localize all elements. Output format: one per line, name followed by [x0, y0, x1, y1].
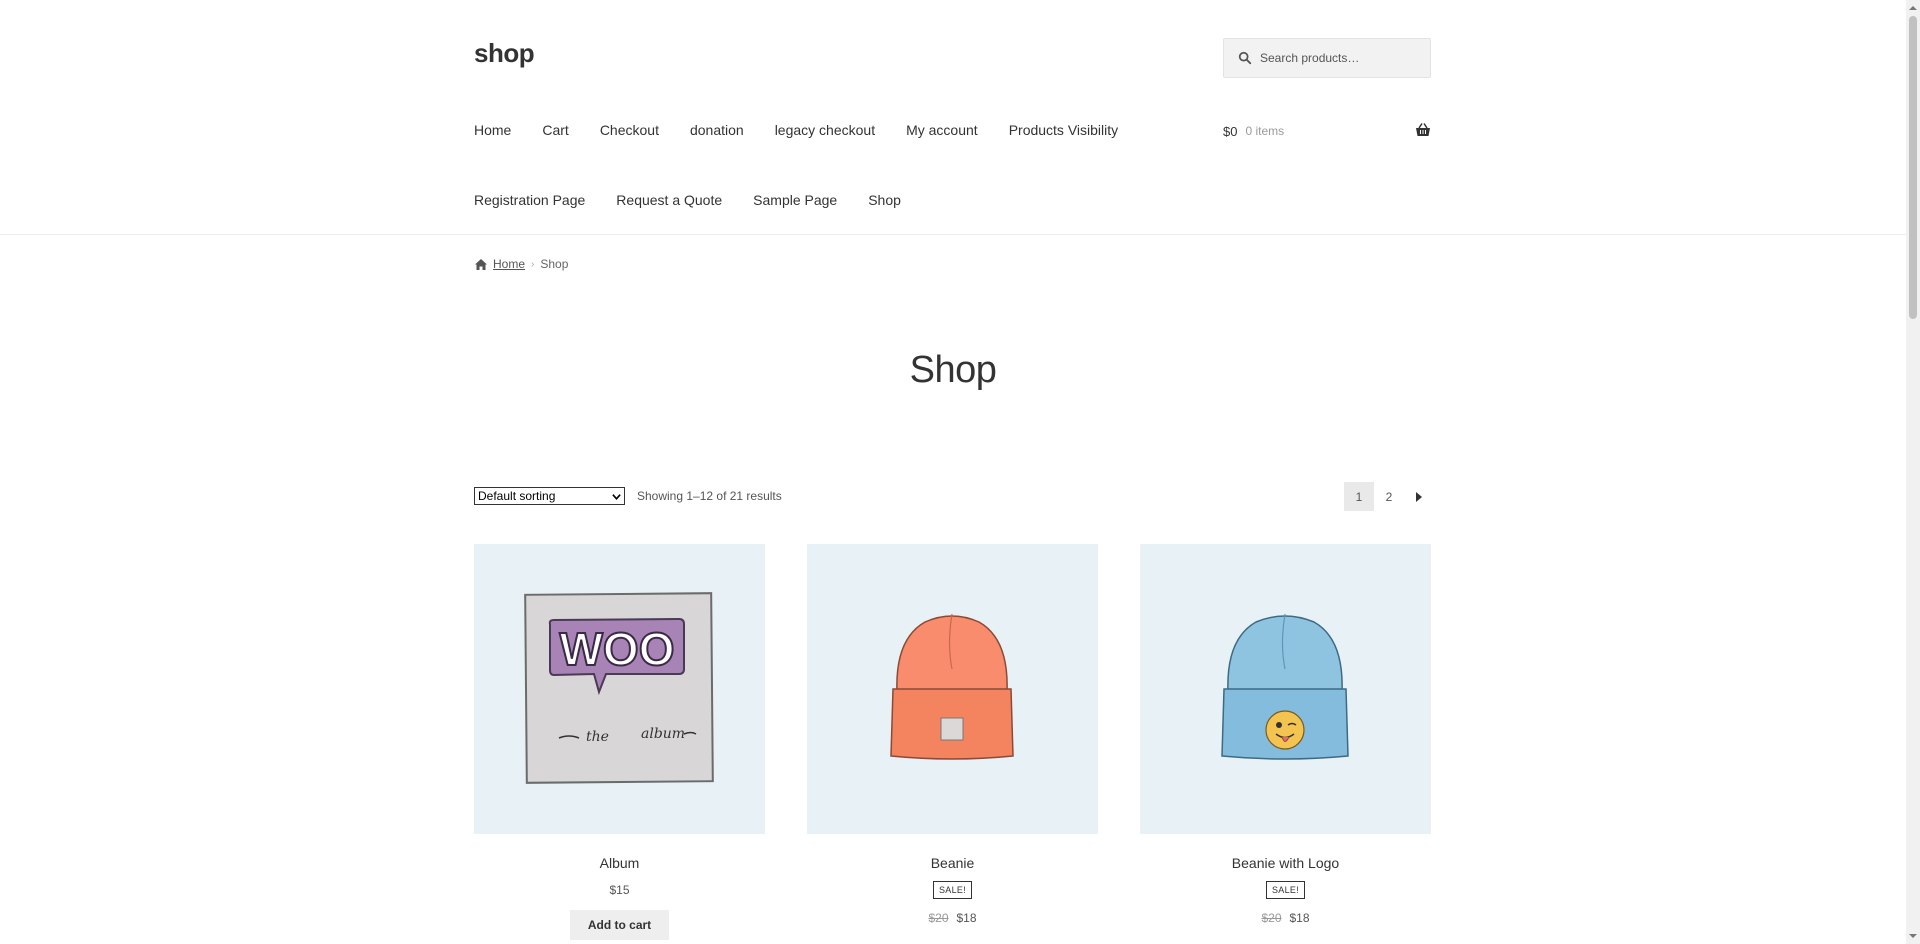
nav-item-request-a-quote[interactable]: Request a Quote [616, 192, 722, 208]
product-price: $15 [474, 883, 765, 897]
nav-item-checkout[interactable]: Checkout [600, 122, 659, 138]
site-title[interactable]: shop [474, 38, 535, 69]
search-input[interactable] [1260, 51, 1430, 65]
old-price: $20 [928, 911, 949, 925]
svg-text:WOO: WOO [560, 623, 675, 675]
product-card: Beanie SALE! $20 $18 [807, 544, 1098, 925]
breadcrumb-home-link[interactable]: Home [493, 257, 525, 271]
breadcrumb-separator: › [531, 258, 535, 270]
product-name[interactable]: Beanie [807, 855, 1098, 871]
search-box[interactable] [1223, 38, 1431, 78]
product-name[interactable]: Album [474, 855, 765, 871]
nav-item-registration-page[interactable]: Registration Page [474, 192, 585, 208]
nav-item-home[interactable]: Home [474, 122, 511, 138]
product-card: Beanie with Logo SALE! $20 $18 [1140, 544, 1431, 925]
scroll-up-icon[interactable] [1909, 4, 1917, 12]
chevron-right-icon [1416, 491, 1422, 502]
current-price: $18 [1289, 911, 1310, 925]
old-price: $20 [1261, 911, 1282, 925]
vertical-scrollbar[interactable] [1906, 0, 1920, 944]
nav-item-sample-page[interactable]: Sample Page [753, 192, 837, 208]
cart-amount: $0 [1223, 123, 1238, 139]
header-cart[interactable]: $0 0 items [1223, 121, 1431, 141]
sort-select[interactable]: Default sorting [474, 487, 625, 505]
product-image[interactable] [807, 544, 1098, 834]
breadcrumb: Home › Shop [474, 257, 568, 271]
product-price: $20 $18 [807, 911, 1098, 925]
nav-item-legacy-checkout[interactable]: legacy checkout [775, 122, 875, 138]
nav-row-1: Home Cart Checkout donation legacy check… [474, 118, 1174, 142]
svg-text:the: the [586, 729, 609, 745]
nav-item-shop[interactable]: Shop [868, 192, 901, 208]
result-count: Showing 1–12 of 21 results [637, 489, 782, 503]
scroll-down-icon[interactable] [1909, 932, 1917, 940]
primary-nav: Home Cart Checkout donation legacy check… [474, 118, 1174, 212]
search-icon [1238, 51, 1252, 65]
nav-row-2: Registration Page Request a Quote Sample… [474, 188, 1174, 212]
page-link-2[interactable]: 2 [1374, 482, 1404, 511]
beanie-illustration [890, 613, 1014, 760]
next-page-button[interactable] [1404, 482, 1434, 511]
album-cover-illustration: WOO the album [524, 592, 714, 784]
product-card: WOO the album Album $15 Add to cart [474, 544, 765, 940]
pagination: 1 2 [1344, 482, 1434, 511]
current-price: $15 [609, 883, 630, 897]
scrollbar-thumb[interactable] [1909, 16, 1917, 319]
home-icon [475, 258, 487, 270]
sort-select-value: Default sorting [478, 489, 556, 503]
basket-icon [1416, 123, 1430, 136]
svg-text:album: album [641, 726, 685, 742]
page-link-1[interactable]: 1 [1344, 482, 1374, 511]
sale-badge: SALE! [932, 881, 972, 899]
nav-item-my-account[interactable]: My account [906, 122, 978, 138]
beanie-with-logo-illustration [1221, 613, 1349, 760]
page: shop Home Cart Checkout donation legacy … [0, 0, 1906, 944]
add-to-cart-button[interactable]: Add to cart [569, 910, 670, 940]
page-title: Shop [909, 349, 997, 391]
cart-item-count: 0 items [1245, 124, 1285, 138]
current-price: $18 [956, 911, 977, 925]
sale-badge: SALE! [1265, 881, 1305, 899]
nav-item-cart[interactable]: Cart [542, 122, 568, 138]
product-price: $20 $18 [1140, 911, 1431, 925]
nav-item-donation[interactable]: donation [690, 122, 744, 138]
chevron-down-icon [612, 494, 621, 500]
product-name[interactable]: Beanie with Logo [1140, 855, 1431, 871]
nav-item-products-visibility[interactable]: Products Visibility [1009, 122, 1118, 138]
breadcrumb-current: Shop [540, 257, 569, 271]
product-image[interactable]: WOO the album [474, 544, 765, 834]
site-header: shop Home Cart Checkout donation legacy … [0, 0, 1906, 235]
product-image[interactable] [1140, 544, 1431, 834]
